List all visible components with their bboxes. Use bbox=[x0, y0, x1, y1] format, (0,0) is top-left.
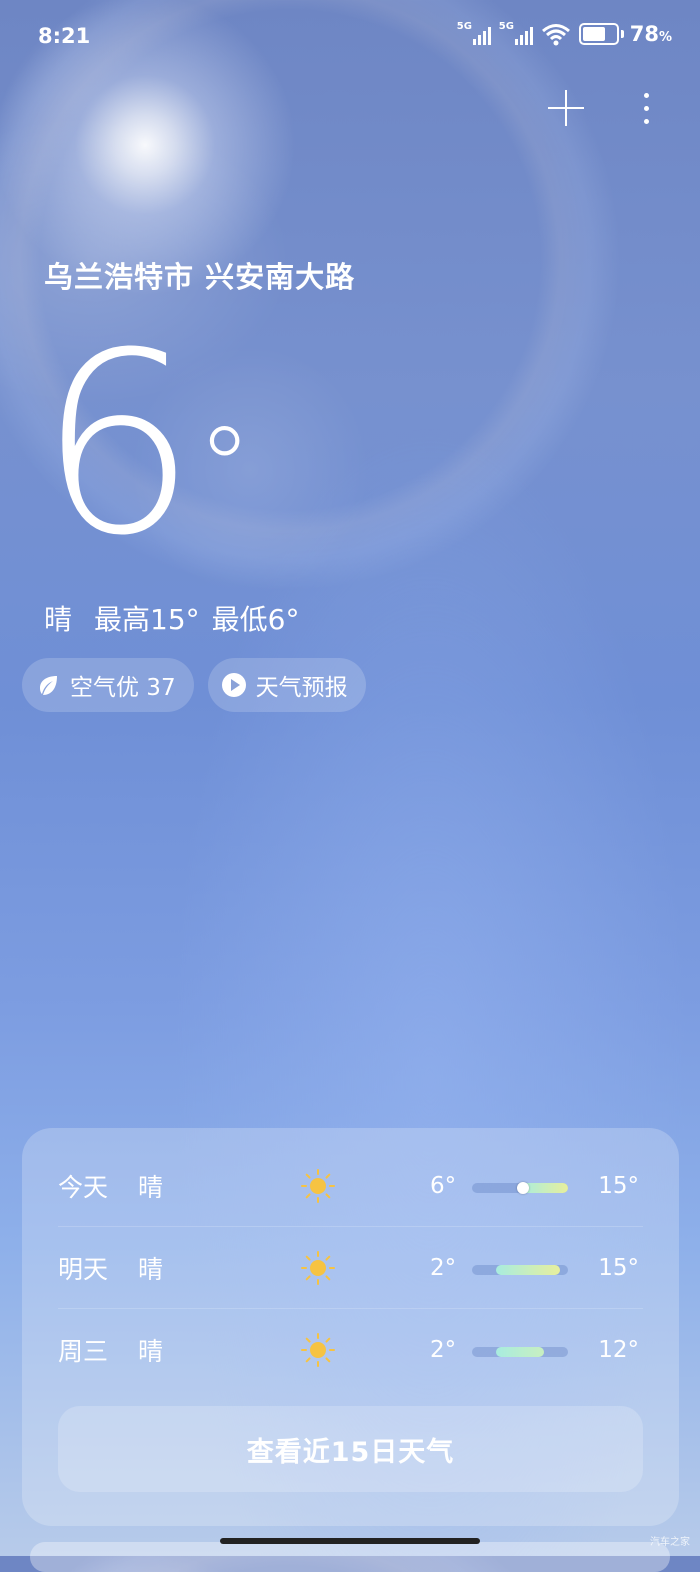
sun-icon bbox=[301, 1169, 335, 1203]
forecast-video-label: 天气预报 bbox=[255, 675, 348, 701]
divider bbox=[58, 1226, 643, 1227]
temperature-range-bar bbox=[472, 1182, 568, 1194]
forecast-row-today[interactable]: 今天 晴 6° 15° bbox=[58, 1146, 643, 1226]
leaf-icon bbox=[40, 676, 57, 695]
current-condition: 晴 bbox=[44, 603, 73, 636]
forecast-day: 周三 bbox=[58, 1337, 109, 1366]
forecast-condition: 晴 bbox=[138, 1337, 164, 1366]
low-temperature: 最低6° bbox=[211, 603, 300, 636]
status-time: 8:21 bbox=[38, 24, 91, 48]
forecast-low: 6° bbox=[430, 1173, 457, 1199]
plus-icon[interactable] bbox=[548, 90, 584, 126]
air-quality-label: 空气优 37 bbox=[70, 675, 176, 701]
forecast-day: 今天 bbox=[58, 1173, 109, 1202]
forecast-low: 2° bbox=[430, 1337, 457, 1363]
more-vertical-icon[interactable] bbox=[644, 92, 650, 124]
air-quality-chip[interactable]: 空气优 37 bbox=[22, 658, 194, 712]
home-indicator[interactable] bbox=[220, 1538, 480, 1544]
next-card-peek bbox=[30, 1542, 670, 1572]
forecast-video-chip[interactable]: 天气预报 bbox=[207, 658, 366, 712]
forecast-row-tomorrow[interactable]: 明天 晴 2° 15° bbox=[58, 1228, 643, 1308]
network-type-label: 5G bbox=[456, 21, 472, 32]
cellular-signal-icon-2: 5G bbox=[498, 21, 533, 45]
header-actions bbox=[548, 90, 650, 126]
battery-unit: % bbox=[658, 30, 672, 45]
battery-icon bbox=[578, 23, 619, 45]
sun-icon bbox=[301, 1251, 335, 1285]
temperature-value: 6 bbox=[38, 299, 197, 590]
play-icon bbox=[221, 673, 246, 697]
temperature-range-bar bbox=[472, 1347, 568, 1357]
status-bar: 8:21 5G 5G 78% bbox=[38, 21, 672, 52]
cellular-signal-icon: 5G bbox=[456, 21, 491, 45]
temperature-range-bar bbox=[472, 1265, 568, 1275]
degree-symbol: ° bbox=[197, 403, 252, 531]
current-temperature: 6° bbox=[38, 320, 252, 570]
forecast-high: 15° bbox=[598, 1255, 639, 1281]
forecast-day: 明天 bbox=[58, 1255, 109, 1284]
wifi-icon bbox=[541, 24, 570, 46]
forecast-low: 2° bbox=[430, 1255, 457, 1281]
info-chips: 空气优 37 天气预报 bbox=[22, 658, 366, 712]
forecast-condition: 晴 bbox=[138, 1173, 164, 1202]
forecast-condition: 晴 bbox=[138, 1255, 164, 1284]
status-icons: 5G 5G 78% bbox=[456, 21, 672, 46]
high-temperature: 最高15° bbox=[94, 603, 200, 636]
daily-forecast-card: 今天 晴 6° 15° 明天 晴 2° 15° 周三 晴 2° 12° 查看近1… bbox=[22, 1128, 679, 1526]
network-type-label-2: 5G bbox=[498, 21, 514, 32]
view-15-day-forecast-button[interactable]: 查看近15日天气 bbox=[58, 1406, 643, 1492]
sun-icon bbox=[301, 1333, 335, 1367]
forecast-high: 15° bbox=[598, 1173, 639, 1199]
location-title[interactable]: 乌兰浩特市 兴安南大路 bbox=[44, 254, 355, 296]
divider bbox=[58, 1308, 643, 1309]
forecast-high: 12° bbox=[598, 1337, 639, 1363]
condition-summary: 晴 最高15° 最低6° bbox=[44, 598, 299, 638]
battery-indicator: 78% bbox=[578, 22, 672, 46]
watermark: 汽车之家 bbox=[650, 1537, 690, 1548]
forecast-row-wednesday[interactable]: 周三 晴 2° 12° bbox=[58, 1310, 643, 1390]
battery-percentage: 78 bbox=[629, 22, 659, 46]
